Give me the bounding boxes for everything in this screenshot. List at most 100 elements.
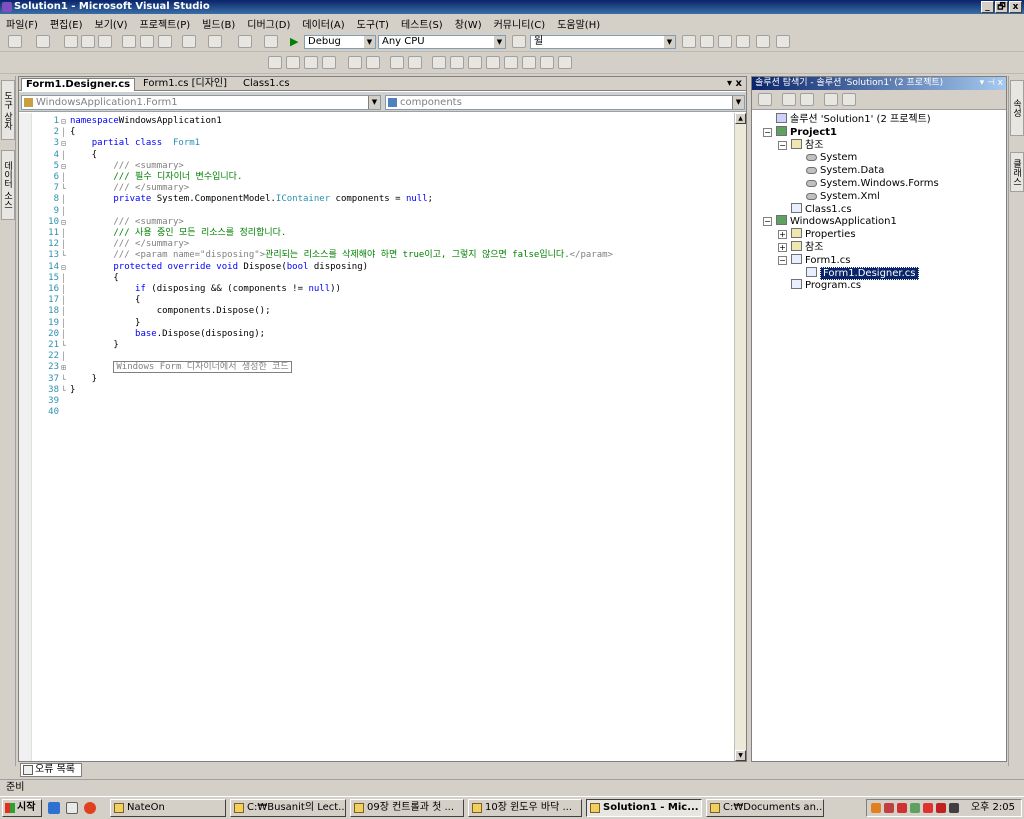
outline-toggle-icon[interactable]: ⊞ [61, 362, 69, 373]
code-line[interactable]: 2 │{ [19, 127, 719, 138]
chrome-icon[interactable] [84, 802, 96, 814]
ie-icon[interactable] [48, 802, 60, 814]
outline-toggle-icon[interactable]: └ [61, 385, 69, 396]
properties-icon[interactable] [700, 35, 714, 48]
code-line[interactable]: 11 │ /// 사용 중인 모든 리소스를 정리합니다. [19, 228, 719, 239]
tree-item[interactable]: System.Windows.Forms [806, 177, 939, 190]
tray-volume-icon[interactable] [949, 803, 959, 813]
start-page-icon[interactable] [756, 35, 770, 48]
menu-community[interactable]: 커뮤니티(C) [494, 16, 546, 31]
align-icon[interactable] [268, 56, 282, 69]
indent-icon[interactable] [348, 56, 362, 69]
code-line[interactable]: 8 │ private System.ComponentModel.IContai… [19, 194, 719, 205]
menu-window[interactable]: 창(W) [455, 16, 482, 31]
code-line[interactable]: 4 │ { [19, 150, 719, 161]
minimize-button[interactable]: _ [981, 1, 994, 13]
outline-toggle-icon[interactable]: │ [61, 351, 69, 362]
code-line[interactable]: 19 │ } [19, 318, 719, 329]
prev-bookmark-folder-icon[interactable] [486, 56, 500, 69]
code-line[interactable]: 9 │ [19, 206, 719, 217]
font-size-icon[interactable] [322, 56, 336, 69]
clear-bookmarks-icon[interactable] [558, 56, 572, 69]
find-in-files-icon[interactable] [512, 35, 526, 48]
code-line[interactable]: 5 ⊟ /// <summary> [19, 161, 719, 172]
code-line[interactable]: 1 ⊟ namespaceWindowsApplication1 [19, 116, 719, 127]
code-line[interactable]: 6 │ /// 필수 디자이너 변수입니다. [19, 172, 719, 183]
error-list-tab[interactable]: 오류 목록 [20, 763, 82, 777]
start-button[interactable]: 시작 [2, 799, 42, 817]
uncomment-icon[interactable] [408, 56, 422, 69]
tree-item[interactable]: − WindowsApplication1 [763, 215, 897, 228]
taskbar-button[interactable]: 09장 컨트롤과 첫 ... [350, 799, 464, 817]
outline-toggle-icon[interactable]: │ [61, 239, 69, 250]
data-sources-tab[interactable]: 데이터 소스 [1, 150, 15, 220]
outline-toggle-icon[interactable]: ⊟ [61, 161, 69, 172]
outline-toggle-icon[interactable]: └ [61, 250, 69, 261]
expand-icon[interactable]: + [778, 243, 787, 252]
collapse-icon[interactable]: − [763, 127, 772, 137]
toolbox-tab[interactable]: 도구 상자 [1, 80, 15, 140]
tab-class1[interactable]: Class1.cs [239, 78, 297, 91]
tree-item[interactable]: System.Data [806, 164, 884, 177]
code-line[interactable]: 10 ⊟ /// <summary> [19, 217, 719, 228]
outline-toggle-icon[interactable] [61, 407, 69, 418]
outline-toggle-icon[interactable]: ⊟ [61, 138, 69, 149]
start-debug-icon[interactable]: ▶ [290, 35, 298, 48]
outline-toggle-icon[interactable]: └ [61, 183, 69, 194]
class-diagram-icon[interactable] [842, 93, 856, 106]
tree-item[interactable]: Form1.Designer.cs [806, 266, 919, 280]
outline-toggle-icon[interactable]: ⊟ [61, 217, 69, 228]
menu-build[interactable]: 빌드(B) [202, 16, 235, 31]
menu-debug[interactable]: 디버그(D) [247, 16, 290, 31]
taskbar-button[interactable]: 10장 윈도우 바닥 ... [468, 799, 582, 817]
outdent-icon[interactable] [366, 56, 380, 69]
properties-tab[interactable]: 속성 [1010, 80, 1024, 136]
expand-icon[interactable]: + [778, 230, 787, 240]
outline-toggle-icon[interactable]: │ [61, 206, 69, 217]
outline-toggle-icon[interactable]: │ [61, 318, 69, 329]
outline-toggle-icon[interactable]: └ [61, 374, 69, 385]
paste-icon[interactable] [158, 35, 172, 48]
code-line[interactable]: 40 [19, 407, 719, 418]
tray-alert-icon[interactable] [897, 803, 907, 813]
panel-pin-close-icon[interactable]: ▾ ⊣ x [980, 77, 1003, 90]
save-icon[interactable] [81, 35, 95, 48]
copy-icon[interactable] [140, 35, 154, 48]
code-line[interactable]: 12 │ /// </summary> [19, 239, 719, 250]
open-file-icon[interactable] [64, 35, 78, 48]
code-line[interactable]: 21 └ } [19, 340, 719, 351]
tab-form1-design[interactable]: Form1.cs [디자인] [139, 78, 235, 91]
show-all-files-icon[interactable] [782, 93, 796, 106]
code-line[interactable]: 7 └ /// </summary> [19, 183, 719, 194]
outline-toggle-icon[interactable] [61, 396, 69, 407]
outline-toggle-icon[interactable]: │ [61, 295, 69, 306]
code-text-area[interactable]: 1 ⊟ namespaceWindowsApplication1 2 │{3 ⊟ part… [19, 113, 733, 761]
outline-toggle-icon[interactable]: │ [61, 228, 69, 239]
code-line[interactable]: 3 ⊟ partial class Form1 [19, 138, 719, 149]
outline-toggle-icon[interactable]: │ [61, 329, 69, 340]
config-combo[interactable]: Debug ▼ [304, 35, 376, 49]
menu-test[interactable]: 테스트(S) [401, 16, 443, 31]
new-project-icon[interactable] [8, 35, 22, 48]
tree-item[interactable]: 솔루션 'Solution1' (2 프로젝트) [776, 113, 931, 126]
outline-toggle-icon[interactable]: ⊟ [61, 116, 69, 127]
code-line[interactable]: 38 └} [19, 385, 719, 396]
tree-item[interactable]: System [806, 151, 857, 164]
collapsed-region[interactable]: Windows Form 디자이너에서 생성한 코드 [113, 361, 292, 374]
view-code-icon[interactable] [824, 93, 838, 106]
outline-toggle-icon[interactable]: │ [61, 127, 69, 138]
platform-combo[interactable]: Any CPU ▼ [378, 35, 506, 49]
code-line[interactable]: 13 └ /// <param name="disposing">관리되는 리소스… [19, 250, 719, 261]
next-bookmark-doc-icon[interactable] [540, 56, 554, 69]
taskbar-button[interactable]: C:₩Busanit의 Lect... [230, 799, 346, 817]
menu-data[interactable]: 데이터(A) [302, 16, 344, 31]
properties-icon[interactable] [758, 93, 772, 106]
navigate-icon[interactable] [238, 35, 252, 48]
navigate-forward-icon[interactable] [264, 35, 278, 48]
refresh-icon[interactable] [800, 93, 814, 106]
code-line[interactable]: 20 │ base.Dispose(disposing); [19, 329, 719, 340]
tree-item[interactable]: − Form1.cs [778, 253, 850, 267]
scroll-up-icon[interactable]: ▲ [735, 113, 746, 124]
outline-toggle-icon[interactable]: │ [61, 150, 69, 161]
code-line[interactable]: 39 [19, 396, 719, 407]
